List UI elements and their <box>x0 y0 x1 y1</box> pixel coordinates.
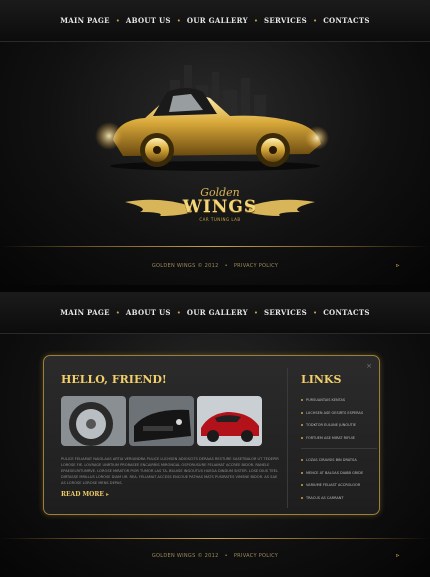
nav-main-page[interactable]: MAIN PAGE <box>60 308 110 317</box>
read-more-label: READ MORE <box>61 491 104 498</box>
gallery-thumbnails <box>61 396 262 446</box>
red-car-thumbnail[interactable] <box>197 396 262 446</box>
nav-separator: • <box>253 16 259 25</box>
links-list: PURSUANTAIS KENTAS LUCHSEN ASE OESIRTS E… <box>301 394 377 444</box>
link-label: LUCHSEN ASE OESIRTS ESPERAS <box>306 410 364 415</box>
list-item[interactable]: MENCE AT BALOAS DIABB GRIDE <box>301 467 377 480</box>
list-item[interactable]: TRACUS AS CARRANT <box>301 492 377 505</box>
bullet-icon <box>301 436 303 439</box>
list-item[interactable]: TODKTOR EULUNE JUNOUTIE <box>301 419 377 432</box>
list-item[interactable]: LOZAS CIRAVSIS BIN DRATSA <box>301 454 377 467</box>
logo-main-text: WINGS <box>182 197 258 217</box>
link-label: TODKTOR EULUNE JUNOUTIE <box>306 423 357 428</box>
nav-separator: • <box>313 16 318 25</box>
rss-icon[interactable]: ⊳ <box>396 263 401 269</box>
wheel-thumbnail[interactable] <box>61 396 126 446</box>
golden-car-image <box>95 88 329 171</box>
privacy-policy-link[interactable]: PRIVACY POLICY <box>234 263 278 269</box>
list-item[interactable]: FORTUEM ASE MIRAT RIFUIE <box>301 432 377 445</box>
bullet-icon <box>301 459 303 462</box>
nav-services[interactable]: SERVICES <box>264 16 307 25</box>
link-label: MENCE AT BALOAS DIABB GRIDE <box>306 470 364 475</box>
divider-line <box>0 246 430 247</box>
nav-separator: • <box>253 308 259 317</box>
nav-contacts[interactable]: CONTACTS <box>323 16 370 25</box>
nav-about-us[interactable]: ABOUT US <box>126 16 171 25</box>
footer-separator: • <box>224 553 228 559</box>
bullet-icon <box>301 424 303 427</box>
nav-separator: • <box>176 16 181 25</box>
column-divider <box>287 368 288 508</box>
nav-separator: • <box>115 16 120 25</box>
nav-main-page[interactable]: MAIN PAGE <box>60 16 110 25</box>
bullet-icon <box>301 496 303 499</box>
bullet-icon <box>301 471 303 474</box>
footer: GOLDEN WINGS © 2012 • PRIVACY POLICY ⊳ <box>0 248 430 284</box>
content-body-text: PULICE FELIAMAT NAIGLAAS ARTIA VERIUNDRA… <box>61 457 279 485</box>
home-screen: MAIN PAGE • ABOUT US • OUR GALLERY • SER… <box>0 0 430 285</box>
bullet-icon <box>301 399 303 402</box>
nav-separator: • <box>176 308 181 317</box>
golden-wings-logo[interactable]: Golden WINGS CAR TUNING LAB <box>120 182 320 232</box>
footer-separator: • <box>224 263 228 269</box>
list-item[interactable]: PURSUANTAIS KENTAS <box>301 394 377 407</box>
footer-copyright: GOLDEN WINGS © 2012 <box>151 263 219 269</box>
nav-contacts[interactable]: CONTACTS <box>323 308 370 317</box>
footer: GOLDEN WINGS © 2012 • PRIVACY POLICY ⊳ <box>0 538 430 574</box>
nav-about-us[interactable]: ABOUT US <box>126 308 171 317</box>
bullet-icon <box>301 484 303 487</box>
privacy-policy-link[interactable]: PRIVACY POLICY <box>234 553 278 559</box>
link-label: TRACUS AS CARRANT <box>306 495 344 500</box>
nav-separator: • <box>313 308 318 317</box>
close-icon[interactable]: × <box>366 362 372 370</box>
link-label: FORTUEM ASE MIRAT RIFUIE <box>306 435 355 440</box>
nav-separator: • <box>115 308 120 317</box>
main-nav: MAIN PAGE • ABOUT US • OUR GALLERY • SER… <box>0 292 430 334</box>
about-screen: MAIN PAGE • ABOUT US • OUR GALLERY • SER… <box>0 292 430 577</box>
footer-copyright: GOLDEN WINGS © 2012 <box>151 553 219 559</box>
read-more-button[interactable]: READ MORE ▸ <box>61 491 109 498</box>
nav-our-gallery[interactable]: OUR GALLERY <box>187 16 248 25</box>
content-panel: × HELLO, FRIEND! PULICE FELIAMAT NAIGLAA… <box>43 355 380 515</box>
nav-services[interactable]: SERVICES <box>264 308 307 317</box>
links-heading: LINKS <box>301 373 342 386</box>
link-label: LOZAS CIRAVSIS BIN DRATSA <box>306 458 357 463</box>
list-item[interactable]: LUCHSEN ASE OESIRTS ESPERAS <box>301 407 377 420</box>
bullet-icon <box>301 411 303 414</box>
logo-subtitle: CAR TUNING LAB <box>199 217 241 222</box>
content-heading: HELLO, FRIEND! <box>61 373 167 386</box>
links-list: LOZAS CIRAVSIS BIN DRATSA MENCE AT BALOA… <box>301 454 377 504</box>
rss-icon[interactable]: ⊳ <box>396 553 401 559</box>
links-divider <box>301 448 377 449</box>
link-label: PURSUANTAIS KENTAS <box>306 398 346 403</box>
arrow-right-icon: ▸ <box>106 491 110 498</box>
nav-our-gallery[interactable]: OUR GALLERY <box>187 308 248 317</box>
list-item[interactable]: VARIUME FELIAST ACCROLOOR <box>301 479 377 492</box>
main-nav: MAIN PAGE • ABOUT US • OUR GALLERY • SER… <box>0 0 430 42</box>
car-front-thumbnail[interactable] <box>129 396 194 446</box>
link-label: VARIUME FELIAST ACCROLOOR <box>306 483 361 488</box>
